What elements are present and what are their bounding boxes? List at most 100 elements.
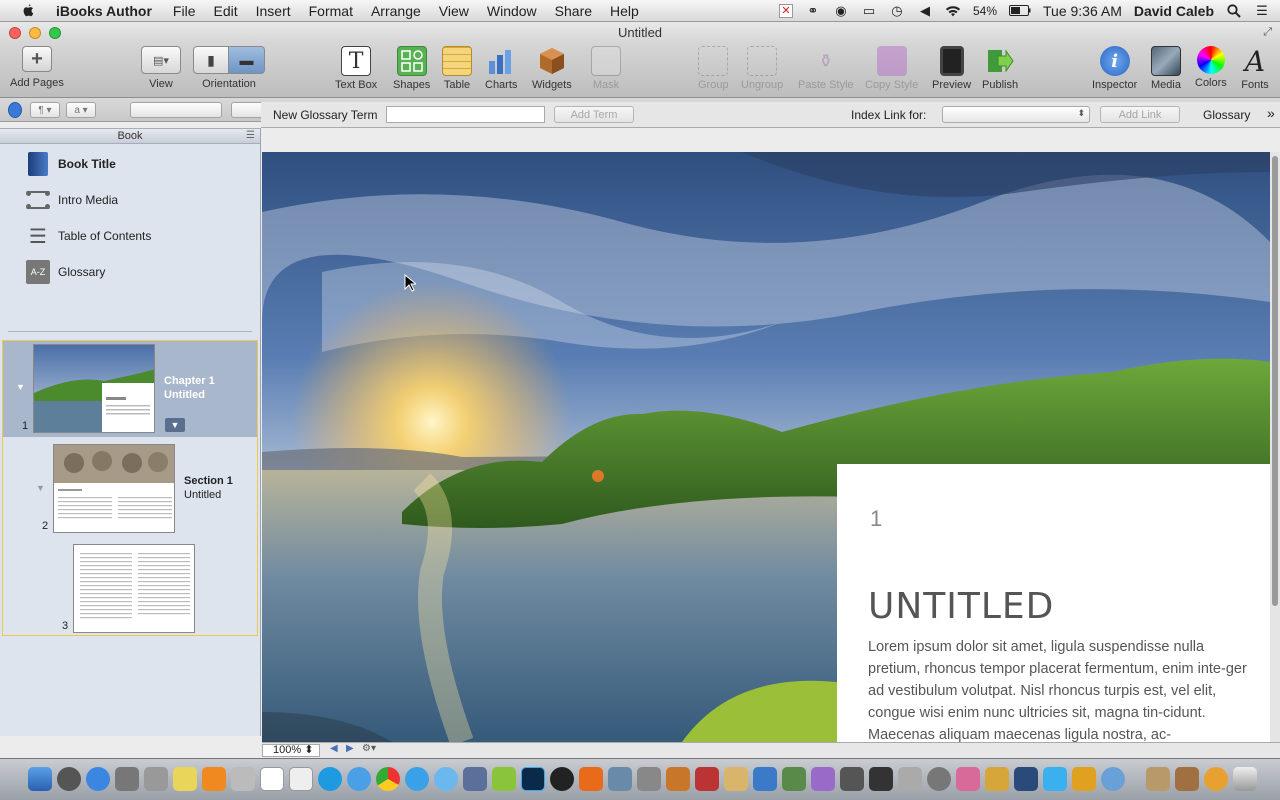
twitter-icon[interactable]: [1043, 767, 1067, 791]
widgets-button[interactable]: Widgets: [532, 46, 572, 91]
system-preferences-icon[interactable]: [115, 767, 139, 791]
vlc-icon[interactable]: [202, 767, 226, 791]
page-canvas[interactable]: 1 UNTITLED Lorem ipsum dolor sit amet, l…: [262, 152, 1270, 742]
media-button[interactable]: Media: [1151, 46, 1181, 91]
menu-format[interactable]: Format: [300, 3, 362, 19]
eye-icon[interactable]: ◉: [833, 3, 849, 18]
app-name-menu[interactable]: iBooks Author: [56, 3, 164, 19]
vine-icon[interactable]: [492, 767, 516, 791]
chrome-icon[interactable]: [376, 767, 400, 791]
next-page-icon[interactable]: ▶: [346, 743, 354, 754]
xcode-icon[interactable]: [463, 767, 487, 791]
paragraph-style-drawer-button[interactable]: [8, 102, 22, 118]
clock[interactable]: Tue 9:36 AM: [1043, 3, 1122, 19]
menu-insert[interactable]: Insert: [247, 3, 300, 19]
quicktime-icon[interactable]: [1101, 767, 1125, 791]
chapter-text-panel[interactable]: 1 UNTITLED Lorem ipsum dolor sit amet, l…: [837, 464, 1270, 742]
group-button[interactable]: Group: [698, 46, 729, 91]
sidebar-menu-icon[interactable]: ☰: [246, 129, 255, 143]
vertical-scrollbar[interactable]: [1270, 152, 1280, 742]
sidebar-item-glossary[interactable]: A-Z Glossary: [26, 260, 105, 284]
preview-app-icon[interactable]: [608, 767, 632, 791]
badge-app-icon[interactable]: [927, 767, 951, 791]
table-button[interactable]: Table: [442, 46, 472, 91]
script-editor-icon[interactable]: [724, 767, 748, 791]
chapter-title[interactable]: UNTITLED: [868, 586, 1054, 627]
menu-help[interactable]: Help: [601, 3, 648, 19]
notification-center-icon[interactable]: ☰: [1254, 3, 1270, 18]
volume-icon[interactable]: ◀: [917, 3, 933, 18]
photo-booth-icon[interactable]: [898, 767, 922, 791]
ibooks-author-icon[interactable]: [985, 767, 1009, 791]
spotlight-search-icon[interactable]: [1226, 3, 1242, 18]
finder-icon[interactable]: [28, 767, 52, 791]
font-family-popup[interactable]: [130, 102, 222, 118]
triptico-icon[interactable]: [753, 767, 777, 791]
trash-icon[interactable]: [1233, 767, 1257, 791]
battery-percent[interactable]: 54%: [973, 4, 997, 18]
sidebar-item-book-title[interactable]: Book Title: [26, 152, 116, 176]
inspector-button[interactable]: i Inspector: [1092, 46, 1137, 91]
portrait-icon[interactable]: ▮: [193, 46, 229, 74]
terminal-icon[interactable]: [1014, 767, 1038, 791]
index-link-select[interactable]: [942, 106, 1090, 123]
menu-arrange[interactable]: Arrange: [362, 3, 430, 19]
mask-button[interactable]: Mask: [591, 46, 621, 91]
ungroup-button[interactable]: Ungroup: [741, 46, 783, 91]
link-icon[interactable]: ⚭: [805, 3, 821, 18]
paste-style-button[interactable]: ⚱ Paste Style: [798, 46, 854, 92]
add-link-button[interactable]: Add Link: [1100, 106, 1180, 123]
copy-style-button[interactable]: Copy Style: [865, 46, 918, 91]
chevron-right-icon[interactable]: »: [1267, 105, 1275, 121]
colors-button[interactable]: Colors: [1195, 46, 1227, 89]
previous-page-icon[interactable]: ◀: [330, 743, 338, 754]
close-box-icon[interactable]: ✕: [778, 3, 793, 18]
view-button[interactable]: ▤▾ View: [141, 46, 181, 90]
character-style-popup[interactable]: a ▾: [66, 102, 96, 118]
shapes-button[interactable]: Shapes: [393, 46, 430, 91]
chapter-number[interactable]: 1: [870, 506, 882, 532]
launchpad-icon[interactable]: [57, 767, 81, 791]
paragraph-style-popup[interactable]: ¶ ▾: [30, 102, 60, 118]
battery-icon[interactable]: [1009, 4, 1031, 18]
sidebar-item-table-of-contents[interactable]: ☰ Table of Contents: [26, 224, 151, 248]
add-term-button[interactable]: Add Term: [554, 106, 634, 123]
zoom-popup[interactable]: 100% ⬍: [262, 744, 320, 757]
fullscreen-icon[interactable]: ⤢: [1263, 26, 1272, 39]
charts-button[interactable]: Charts: [485, 46, 517, 91]
menu-share[interactable]: Share: [546, 3, 601, 19]
notes-app-icon[interactable]: [1072, 767, 1096, 791]
star-app-icon[interactable]: [840, 767, 864, 791]
wifi-icon[interactable]: [945, 4, 961, 18]
photoshop-icon[interactable]: [521, 767, 545, 791]
downloads-stack-icon[interactable]: [1175, 767, 1199, 791]
time-machine-icon[interactable]: ◷: [889, 3, 905, 18]
vertical-scroll-knob[interactable]: [1272, 156, 1278, 606]
documents-stack-icon[interactable]: [1146, 767, 1170, 791]
user-name[interactable]: David Caleb: [1134, 3, 1214, 19]
final-cut-icon[interactable]: [869, 767, 893, 791]
skype-icon[interactable]: [318, 767, 342, 791]
landscape-icon[interactable]: ▬: [229, 46, 265, 74]
glossary-button[interactable]: Glossary: [1203, 108, 1250, 122]
utility-icon[interactable]: [144, 767, 168, 791]
games-icon[interactable]: [782, 767, 806, 791]
orientation-control[interactable]: ▮ ▬ Orientation: [193, 46, 265, 90]
applications-stack-icon[interactable]: [1204, 767, 1228, 791]
ibooks-icon[interactable]: [956, 767, 980, 791]
publish-button[interactable]: Publish: [982, 46, 1018, 91]
menu-file[interactable]: File: [164, 3, 205, 19]
notes-icon[interactable]: [173, 767, 197, 791]
chapter-body-text[interactable]: Lorem ipsum dolor sit amet, ligula suspe…: [868, 636, 1248, 742]
imovie-icon[interactable]: [811, 767, 835, 791]
text-box-button[interactable]: T Text Box: [335, 46, 377, 91]
camera-icon[interactable]: [550, 767, 574, 791]
photos-icon[interactable]: [637, 767, 661, 791]
fonts-button[interactable]: A Fonts: [1240, 45, 1270, 92]
iphoto-icon[interactable]: [666, 767, 690, 791]
preview-button[interactable]: Preview: [932, 46, 971, 91]
add-pages-button[interactable]: + Add Pages: [10, 46, 64, 89]
safari-icon[interactable]: [347, 767, 371, 791]
calendar-icon[interactable]: [260, 767, 284, 791]
new-glossary-term-input[interactable]: [386, 106, 545, 123]
